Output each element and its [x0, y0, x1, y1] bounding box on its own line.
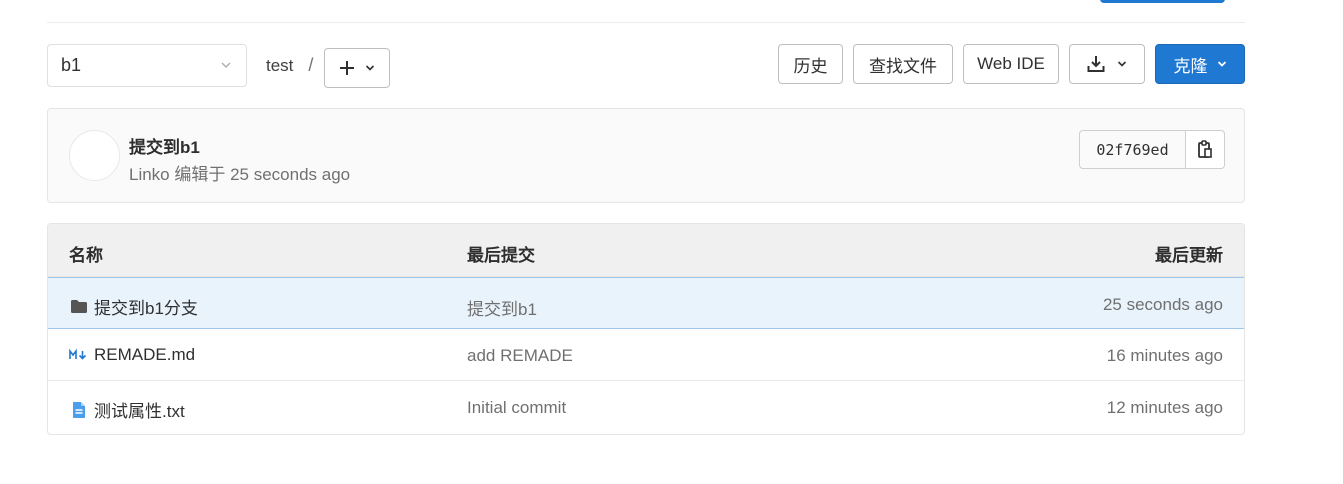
last-commit-cell[interactable]: add REMADE — [467, 346, 573, 366]
column-header-last-update: 最后更新 — [1155, 246, 1223, 265]
web-ide-button[interactable]: Web IDE — [963, 44, 1059, 84]
breadcrumb-project[interactable]: test — [266, 56, 293, 76]
file-name-cell[interactable]: REMADE.md — [69, 345, 195, 365]
table-row[interactable]: REMADE.md add REMADE 16 minutes ago — [48, 329, 1244, 381]
markdown-icon — [69, 347, 88, 364]
web-ide-button-label: Web IDE — [977, 54, 1045, 73]
chevron-down-icon — [1217, 61, 1226, 67]
download-button[interactable] — [1069, 44, 1145, 84]
find-file-button-label: 查找文件 — [869, 56, 937, 76]
breadcrumb: test / — [266, 44, 322, 87]
file-name: 测试属性.txt — [94, 402, 185, 421]
file-name: REMADE.md — [94, 345, 196, 364]
clone-button-label: 克隆 — [1173, 56, 1208, 76]
chevron-down-icon — [221, 62, 231, 69]
file-name-cell[interactable]: 提交到b1分支 — [69, 294, 198, 319]
top-action-button-edge[interactable] — [1100, 0, 1225, 3]
top-divider — [47, 22, 1245, 23]
chevron-down-icon — [365, 65, 375, 71]
breadcrumb-separator: / — [308, 55, 314, 75]
repo-toolbar: b1 test / 历史 查找文件 Web IDE 克隆 — [47, 44, 1245, 88]
commit-meta: Linko 编辑于 25 seconds ago — [129, 165, 351, 184]
table-row[interactable]: 测试属性.txt Initial commit 12 minutes ago — [48, 381, 1244, 433]
branch-select[interactable]: b1 — [47, 44, 247, 87]
column-header-last-commit: 最后提交 — [467, 246, 535, 265]
clone-button[interactable]: 克隆 — [1155, 44, 1245, 84]
commit-sha[interactable]: 02f769ed — [1079, 130, 1186, 169]
commit-sha-group: 02f769ed — [1079, 130, 1225, 169]
branch-select-value: b1 — [61, 55, 82, 75]
table-header: 名称 最后提交 最后更新 — [48, 224, 1244, 277]
last-commit-cell[interactable]: 提交到b1 — [467, 295, 537, 320]
download-icon — [1087, 56, 1105, 72]
last-update-cell: 12 minutes ago — [1106, 398, 1223, 417]
last-commit-panel: 提交到b1 Linko 编辑于 25 seconds ago 02f769ed — [47, 108, 1245, 203]
commit-title[interactable]: 提交到b1 — [129, 133, 200, 158]
text-file-icon — [69, 401, 88, 418]
copy-sha-button[interactable] — [1186, 130, 1225, 169]
column-header-name: 名称 — [69, 246, 103, 265]
history-button-label: 历史 — [793, 56, 828, 76]
folder-icon — [69, 298, 88, 315]
last-update-cell: 16 minutes ago — [1106, 346, 1223, 365]
chevron-down-icon — [1117, 61, 1127, 67]
last-update-cell: 25 seconds ago — [1102, 295, 1223, 314]
plus-icon — [340, 61, 354, 75]
table-row[interactable]: 提交到b1分支 提交到b1 25 seconds ago — [48, 277, 1244, 329]
file-name-cell[interactable]: 测试属性.txt — [69, 397, 185, 422]
file-tree-table: 名称 最后提交 最后更新 提交到b1分支 提交到b1 25 seconds ag… — [47, 223, 1245, 435]
last-commit-cell[interactable]: Initial commit — [467, 398, 566, 418]
avatar[interactable] — [69, 130, 120, 181]
file-name: 提交到b1分支 — [94, 299, 198, 318]
clipboard-icon — [1198, 140, 1212, 158]
history-button[interactable]: 历史 — [778, 44, 843, 84]
find-file-button[interactable]: 查找文件 — [853, 44, 953, 84]
add-to-tree-button[interactable] — [324, 48, 390, 88]
